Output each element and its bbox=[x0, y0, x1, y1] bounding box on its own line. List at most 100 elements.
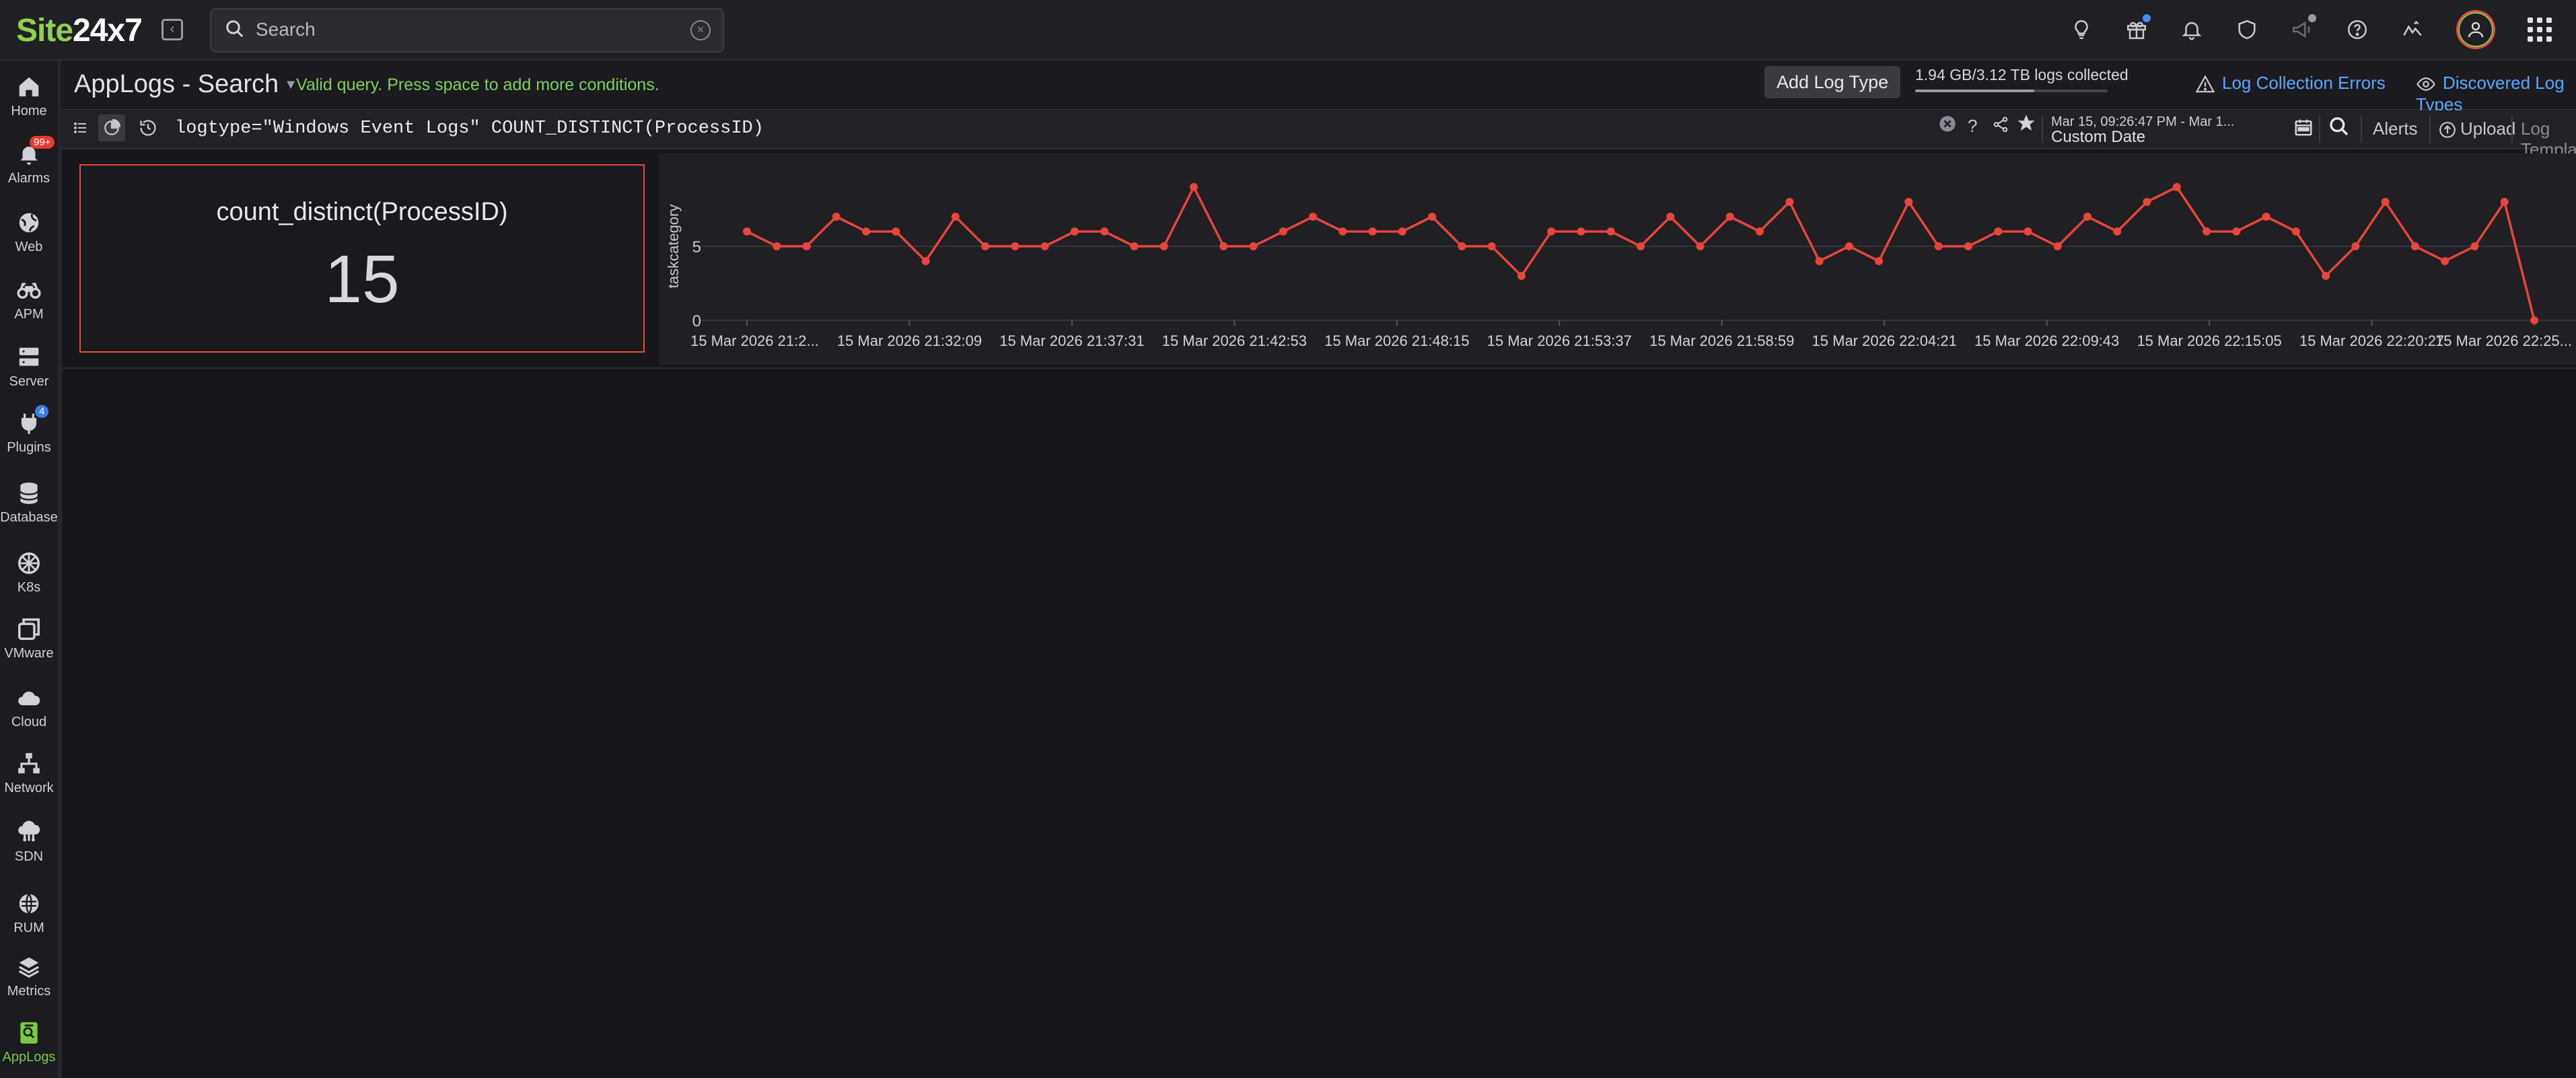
x-tick-label: 15 Mar 2026 22:15:05 bbox=[2137, 332, 2281, 349]
page-header: AppLogs - Search ▼ Valid query. Press spa… bbox=[61, 61, 2576, 114]
data-point bbox=[1368, 227, 1377, 236]
logs-collected: 1.94 GB/3.12 TB logs collected bbox=[1915, 66, 2128, 92]
clear-search-icon[interactable]: × bbox=[690, 20, 711, 40]
share-icon[interactable] bbox=[1992, 116, 2009, 138]
data-point bbox=[1845, 242, 1853, 250]
lightbulb-icon[interactable] bbox=[2070, 18, 2093, 41]
x-tick-label: 15 Mar 2026 21:53:37 bbox=[1487, 332, 1632, 349]
data-point bbox=[1547, 227, 1556, 236]
sidebar-item-label: Home bbox=[11, 104, 47, 118]
user-avatar[interactable] bbox=[2456, 10, 2495, 49]
app-grid-icon[interactable] bbox=[2528, 17, 2552, 42]
logs-collected-bar bbox=[1915, 89, 2108, 92]
upload-button[interactable]: Upload bbox=[2439, 118, 2515, 139]
sidebar-item-alarms[interactable]: 99+ Alarms bbox=[0, 136, 58, 186]
log-collection-errors-link[interactable]: Log Collection Errors bbox=[2195, 73, 2386, 94]
data-point bbox=[2322, 272, 2330, 280]
data-point bbox=[1309, 213, 1318, 221]
data-point bbox=[2232, 227, 2241, 236]
global-search: × bbox=[210, 8, 724, 52]
data-point bbox=[1517, 272, 1526, 280]
search-input[interactable] bbox=[254, 15, 661, 44]
favorite-star-icon[interactable] bbox=[2016, 113, 2036, 138]
date-range-picker[interactable]: Mar 15, 09:26:47 PM - Mar 1... Custom Da… bbox=[2051, 110, 2314, 147]
notification-bell-icon[interactable] bbox=[2180, 18, 2203, 41]
sidebar-item-server[interactable]: Server bbox=[0, 345, 58, 390]
upload-text: Upload bbox=[2460, 118, 2516, 139]
history-icon[interactable] bbox=[135, 114, 162, 141]
data-point bbox=[1904, 198, 1913, 206]
sidebar-item-apm[interactable]: APM bbox=[0, 277, 58, 322]
calendar-icon[interactable] bbox=[2293, 117, 2314, 141]
x-tick-label: 15 Mar 2026 22:09:43 bbox=[1974, 332, 2119, 349]
megaphone-icon[interactable] bbox=[2291, 14, 2316, 41]
query-help-icon[interactable]: ? bbox=[1968, 116, 1977, 137]
alerts-button[interactable]: Alerts bbox=[2373, 118, 2417, 139]
y-axis-label: taskcategory bbox=[665, 205, 682, 289]
add-log-type-button[interactable]: Add Log Type bbox=[1764, 66, 1901, 98]
content-divider bbox=[61, 367, 2576, 369]
count-distinct-widget[interactable]: count_distinct(ProcessID) 15 bbox=[79, 164, 645, 353]
sidebar-item-web[interactable]: Web bbox=[0, 210, 58, 255]
data-point bbox=[2441, 257, 2449, 265]
sidebar-item-home[interactable]: Home bbox=[0, 74, 58, 119]
page-title[interactable]: AppLogs - Search ▼ bbox=[74, 70, 297, 99]
warning-icon bbox=[2195, 75, 2215, 93]
y-tick-label: 0 bbox=[692, 312, 701, 330]
query-status: Valid query. Press space to add more con… bbox=[296, 75, 659, 94]
sidebar-item-cloud[interactable]: Cloud bbox=[0, 685, 58, 730]
data-point bbox=[1100, 227, 1109, 236]
data-point bbox=[743, 227, 751, 236]
sidebar-item-label: Database bbox=[0, 510, 58, 525]
shield-icon[interactable] bbox=[2235, 18, 2258, 41]
data-point bbox=[1338, 227, 1347, 236]
run-search-icon[interactable] bbox=[2328, 116, 2350, 142]
sidebar-item-metrics[interactable]: Metrics bbox=[0, 954, 58, 999]
data-point bbox=[1458, 242, 1466, 250]
data-point bbox=[1398, 227, 1406, 236]
site24x7-logo[interactable]: Site24x7 bbox=[16, 12, 143, 49]
query-input[interactable] bbox=[174, 113, 1993, 144]
database-icon bbox=[20, 482, 38, 504]
data-point bbox=[1815, 257, 1824, 265]
query-bar: ? Mar 15, 09:26:47 PM - Mar 1... Custom … bbox=[61, 110, 2576, 159]
discovered-log-types-link[interactable]: Discovered Log Types bbox=[2416, 73, 2576, 115]
sidebar-item-database[interactable]: Database bbox=[0, 480, 58, 526]
data-point bbox=[2530, 316, 2538, 324]
sidebar-item-label: Server bbox=[9, 374, 49, 389]
sidebar-item-rum[interactable]: RUM bbox=[0, 891, 58, 936]
sidebar-item-k8s[interactable]: K8s bbox=[0, 550, 58, 596]
data-point bbox=[1219, 242, 1228, 250]
data-point bbox=[2351, 242, 2360, 250]
data-point bbox=[1756, 227, 1764, 236]
logs-collected-text: 1.94 GB/3.12 TB logs collected bbox=[1915, 66, 2128, 83]
eye-icon bbox=[2417, 77, 2435, 92]
theme-icon[interactable] bbox=[2401, 18, 2424, 41]
data-point bbox=[1606, 227, 1615, 236]
widget-label: count_distinct(ProcessID) bbox=[216, 198, 508, 226]
sidebar-scrollbar[interactable] bbox=[58, 61, 62, 1078]
top-bar: Site24x7 ‹ × bbox=[0, 0, 2576, 61]
help-icon[interactable] bbox=[2346, 18, 2369, 41]
sidebar-item-applogs[interactable]: AppLogs bbox=[0, 1020, 58, 1065]
list-view-icon[interactable] bbox=[67, 114, 94, 141]
logo-prefix: Site bbox=[16, 13, 73, 48]
top-icons bbox=[2070, 9, 2552, 50]
data-point bbox=[1130, 242, 1139, 250]
data-point bbox=[1487, 242, 1496, 250]
data-point bbox=[1994, 227, 2003, 236]
sidebar-item-sdn[interactable]: SDN bbox=[0, 820, 58, 865]
data-point bbox=[2143, 198, 2151, 206]
home-icon bbox=[19, 77, 39, 97]
upload-icon bbox=[2439, 122, 2456, 139]
sidebar-item-label: AppLogs bbox=[2, 1050, 56, 1065]
chart-view-icon[interactable] bbox=[98, 114, 125, 141]
sidebar-item-network[interactable]: Network bbox=[0, 751, 58, 796]
widget-value: 15 bbox=[324, 242, 400, 317]
gift-icon[interactable] bbox=[2125, 14, 2151, 41]
clear-query-icon[interactable] bbox=[1938, 114, 1957, 138]
sidebar-item-vmware[interactable]: VMware bbox=[0, 616, 58, 661]
collapse-sidebar-icon[interactable]: ‹ bbox=[162, 19, 183, 40]
sidebar-item-plugins[interactable]: 4 Plugins bbox=[0, 405, 58, 456]
chevron-down-icon[interactable]: ▼ bbox=[284, 77, 297, 92]
